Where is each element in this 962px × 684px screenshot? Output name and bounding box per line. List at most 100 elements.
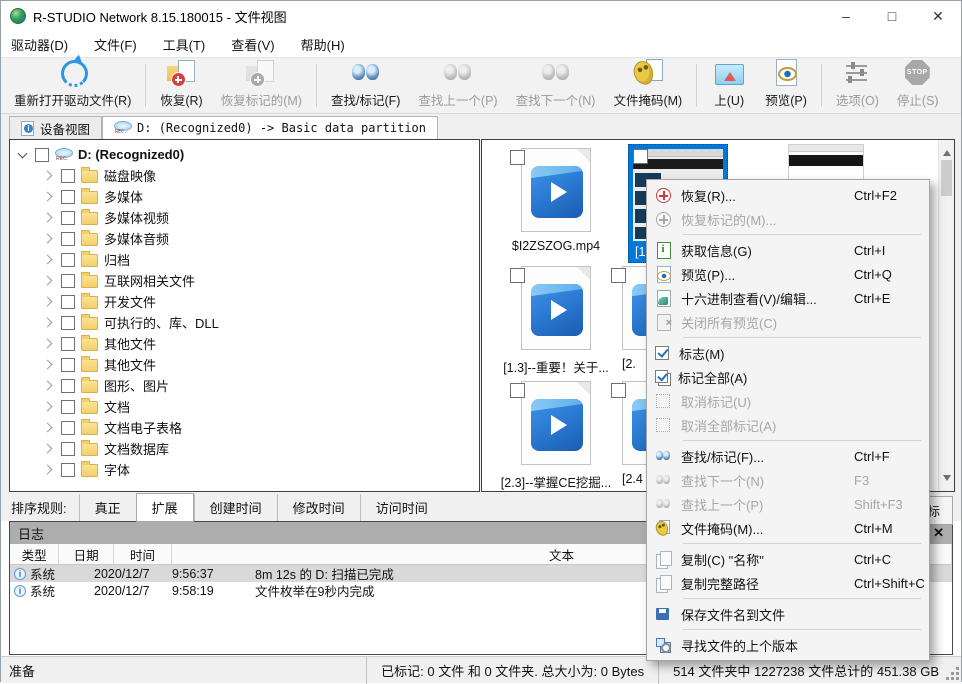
resize-grip[interactable] <box>956 677 959 680</box>
chevron-right-icon[interactable] <box>42 274 55 287</box>
toolbar-reopen-drive[interactable]: 重新打开驱动文件(R) <box>5 61 140 110</box>
tree-checkbox[interactable] <box>61 421 75 435</box>
menu-item-mark[interactable]: 标志(M) <box>647 341 929 365</box>
chevron-right-icon[interactable] <box>42 463 55 476</box>
tree-item-fonts[interactable]: 字体 <box>10 459 479 480</box>
maximize-button[interactable]: □ <box>869 1 915 31</box>
sort-tab-accessed[interactable]: 访问时间 <box>360 494 443 521</box>
chevron-right-icon[interactable] <box>42 232 55 245</box>
chevron-right-icon[interactable] <box>42 358 55 371</box>
file-checkbox[interactable] <box>633 149 648 164</box>
chevron-right-icon[interactable] <box>42 400 55 413</box>
tree-item-other-files[interactable]: 其他文件 <box>10 333 479 354</box>
log-close-icon[interactable]: ✕ <box>933 525 944 541</box>
menu-separator <box>683 440 921 441</box>
file-checkbox[interactable] <box>510 150 525 165</box>
tree-item-other-files-2[interactable]: 其他文件 <box>10 354 479 375</box>
tree-item-development[interactable]: 开发文件 <box>10 291 479 312</box>
tree-checkbox[interactable] <box>61 211 75 225</box>
chevron-right-icon[interactable] <box>42 316 55 329</box>
menu-help[interactable]: 帮助(H) <box>301 35 345 54</box>
menu-item-preview[interactable]: 预览(P)... Ctrl+Q <box>647 262 929 286</box>
menu-item-find-previous-versions[interactable]: 寻找文件的上个版本 <box>647 633 929 657</box>
chevron-right-icon[interactable] <box>42 337 55 350</box>
file-checkbox[interactable] <box>510 383 525 398</box>
menu-item-get-info[interactable]: 获取信息(G) Ctrl+I <box>647 238 929 262</box>
tree-item-disk-images[interactable]: 磁盘映像 <box>10 165 479 186</box>
file-tile-mp4[interactable]: $I2ZSZOG.mp4 <box>492 148 620 253</box>
context-menu: 恢复(R)... Ctrl+F2 恢复标记的(M)... 获取信息(G) Ctr… <box>646 179 930 661</box>
tab-device-view[interactable]: 设备视图 <box>9 116 102 139</box>
chevron-right-icon[interactable] <box>42 211 55 224</box>
tree-checkbox[interactable] <box>61 400 75 414</box>
menu-item-mark-all[interactable]: 标记全部(A) <box>647 365 929 389</box>
tree-item-documents[interactable]: 文档 <box>10 396 479 417</box>
tree-item-spreadsheets[interactable]: 文档电子表格 <box>10 417 479 438</box>
chevron-right-icon[interactable] <box>42 379 55 392</box>
tree-item-multimedia[interactable]: 多媒体 <box>10 186 479 207</box>
file-checkbox[interactable] <box>510 268 525 283</box>
log-col-date[interactable]: 日期 <box>59 544 114 564</box>
tree-item-multimedia-audio[interactable]: 多媒体音频 <box>10 228 479 249</box>
chevron-right-icon[interactable] <box>42 421 55 434</box>
tree-item-graphics-pictures[interactable]: 图形、图片 <box>10 375 479 396</box>
tree-checkbox[interactable] <box>61 295 75 309</box>
log-col-time[interactable]: 时间 <box>114 544 172 564</box>
minimize-button[interactable]: – <box>823 1 869 31</box>
file-checkbox[interactable] <box>611 268 626 283</box>
tree-checkbox[interactable] <box>61 169 75 183</box>
vertical-scrollbar[interactable] <box>938 140 954 491</box>
chevron-right-icon[interactable] <box>42 190 55 203</box>
menu-item-save-filenames[interactable]: 保存文件名到文件 <box>647 602 929 626</box>
sort-tab-modified[interactable]: 修改时间 <box>277 494 360 521</box>
tree-checkbox[interactable] <box>61 442 75 456</box>
tree-checkbox[interactable] <box>61 274 75 288</box>
close-button[interactable]: ✕ <box>915 1 961 31</box>
sort-tab-created[interactable]: 创建时间 <box>194 494 277 521</box>
log-col-type[interactable]: 类型 <box>10 544 59 564</box>
chevron-right-icon[interactable] <box>42 169 55 182</box>
menu-drive[interactable]: 驱动器(D) <box>11 35 68 54</box>
chevron-right-icon[interactable] <box>42 253 55 266</box>
tree-checkbox[interactable] <box>61 253 75 267</box>
sort-tab-real[interactable]: 真正 <box>79 494 136 521</box>
tree-checkbox[interactable] <box>61 337 75 351</box>
menu-tools[interactable]: 工具(T) <box>163 35 206 54</box>
tree-checkbox[interactable] <box>61 316 75 330</box>
tree-root-drive[interactable]: D: (Recognized0) <box>10 144 479 165</box>
menu-item-recover[interactable]: 恢复(R)... Ctrl+F2 <box>647 183 929 207</box>
toolbar-up[interactable]: 上(U) <box>702 61 756 110</box>
file-checkbox[interactable] <box>611 383 626 398</box>
menu-item-file-mask[interactable]: 文件掩码(M)... Ctrl+M <box>647 516 929 540</box>
menu-item-find-mark[interactable]: 查找/标记(F)... Ctrl+F <box>647 444 929 468</box>
tab-partition[interactable]: D: (Recognized0) -> Basic data partition <box>102 116 438 139</box>
menu-file[interactable]: 文件(F) <box>94 35 137 54</box>
tree-checkbox[interactable] <box>61 463 75 477</box>
file-tile-video[interactable]: [2.3]--掌握CE挖掘... <box>492 381 620 491</box>
tree-checkbox[interactable] <box>61 379 75 393</box>
toolbar-file-mask[interactable]: 文件掩码(M) <box>604 61 691 110</box>
chevron-right-icon[interactable] <box>42 442 55 455</box>
menu-item-hex-view[interactable]: 十六进制查看(V)/编辑... Ctrl+E <box>647 286 929 310</box>
chevron-right-icon[interactable] <box>42 295 55 308</box>
menu-view[interactable]: 查看(V) <box>231 35 274 54</box>
menu-separator <box>683 598 921 599</box>
tree-checkbox[interactable] <box>61 358 75 372</box>
toolbar-preview[interactable]: 预览(P) <box>756 61 816 110</box>
file-tile-video[interactable]: [1.3]--重要！关于... <box>492 266 620 376</box>
toolbar-find-mark[interactable]: 查找/标记(F) <box>322 61 409 110</box>
chevron-down-icon[interactable] <box>16 148 29 161</box>
tree-item-executables-dll[interactable]: 可执行的、库、DLL <box>10 312 479 333</box>
tree-item-internet-files[interactable]: 互联网相关文件 <box>10 270 479 291</box>
tree-item-databases[interactable]: 文档数据库 <box>10 438 479 459</box>
tree-checkbox[interactable] <box>35 148 49 162</box>
scrollbar-thumb[interactable] <box>941 160 952 196</box>
menu-item-copy-name[interactable]: 复制(C) "名称" Ctrl+C <box>647 547 929 571</box>
menu-item-copy-full-path[interactable]: 复制完整路径 Ctrl+Shift+C <box>647 571 929 595</box>
tree-checkbox[interactable] <box>61 232 75 246</box>
tree-item-archives[interactable]: 归档 <box>10 249 479 270</box>
tree-checkbox[interactable] <box>61 190 75 204</box>
sort-tab-extension[interactable]: 扩展 <box>136 493 194 522</box>
tree-item-multimedia-video[interactable]: 多媒体视频 <box>10 207 479 228</box>
toolbar-recover[interactable]: 恢复(R) <box>151 61 211 110</box>
